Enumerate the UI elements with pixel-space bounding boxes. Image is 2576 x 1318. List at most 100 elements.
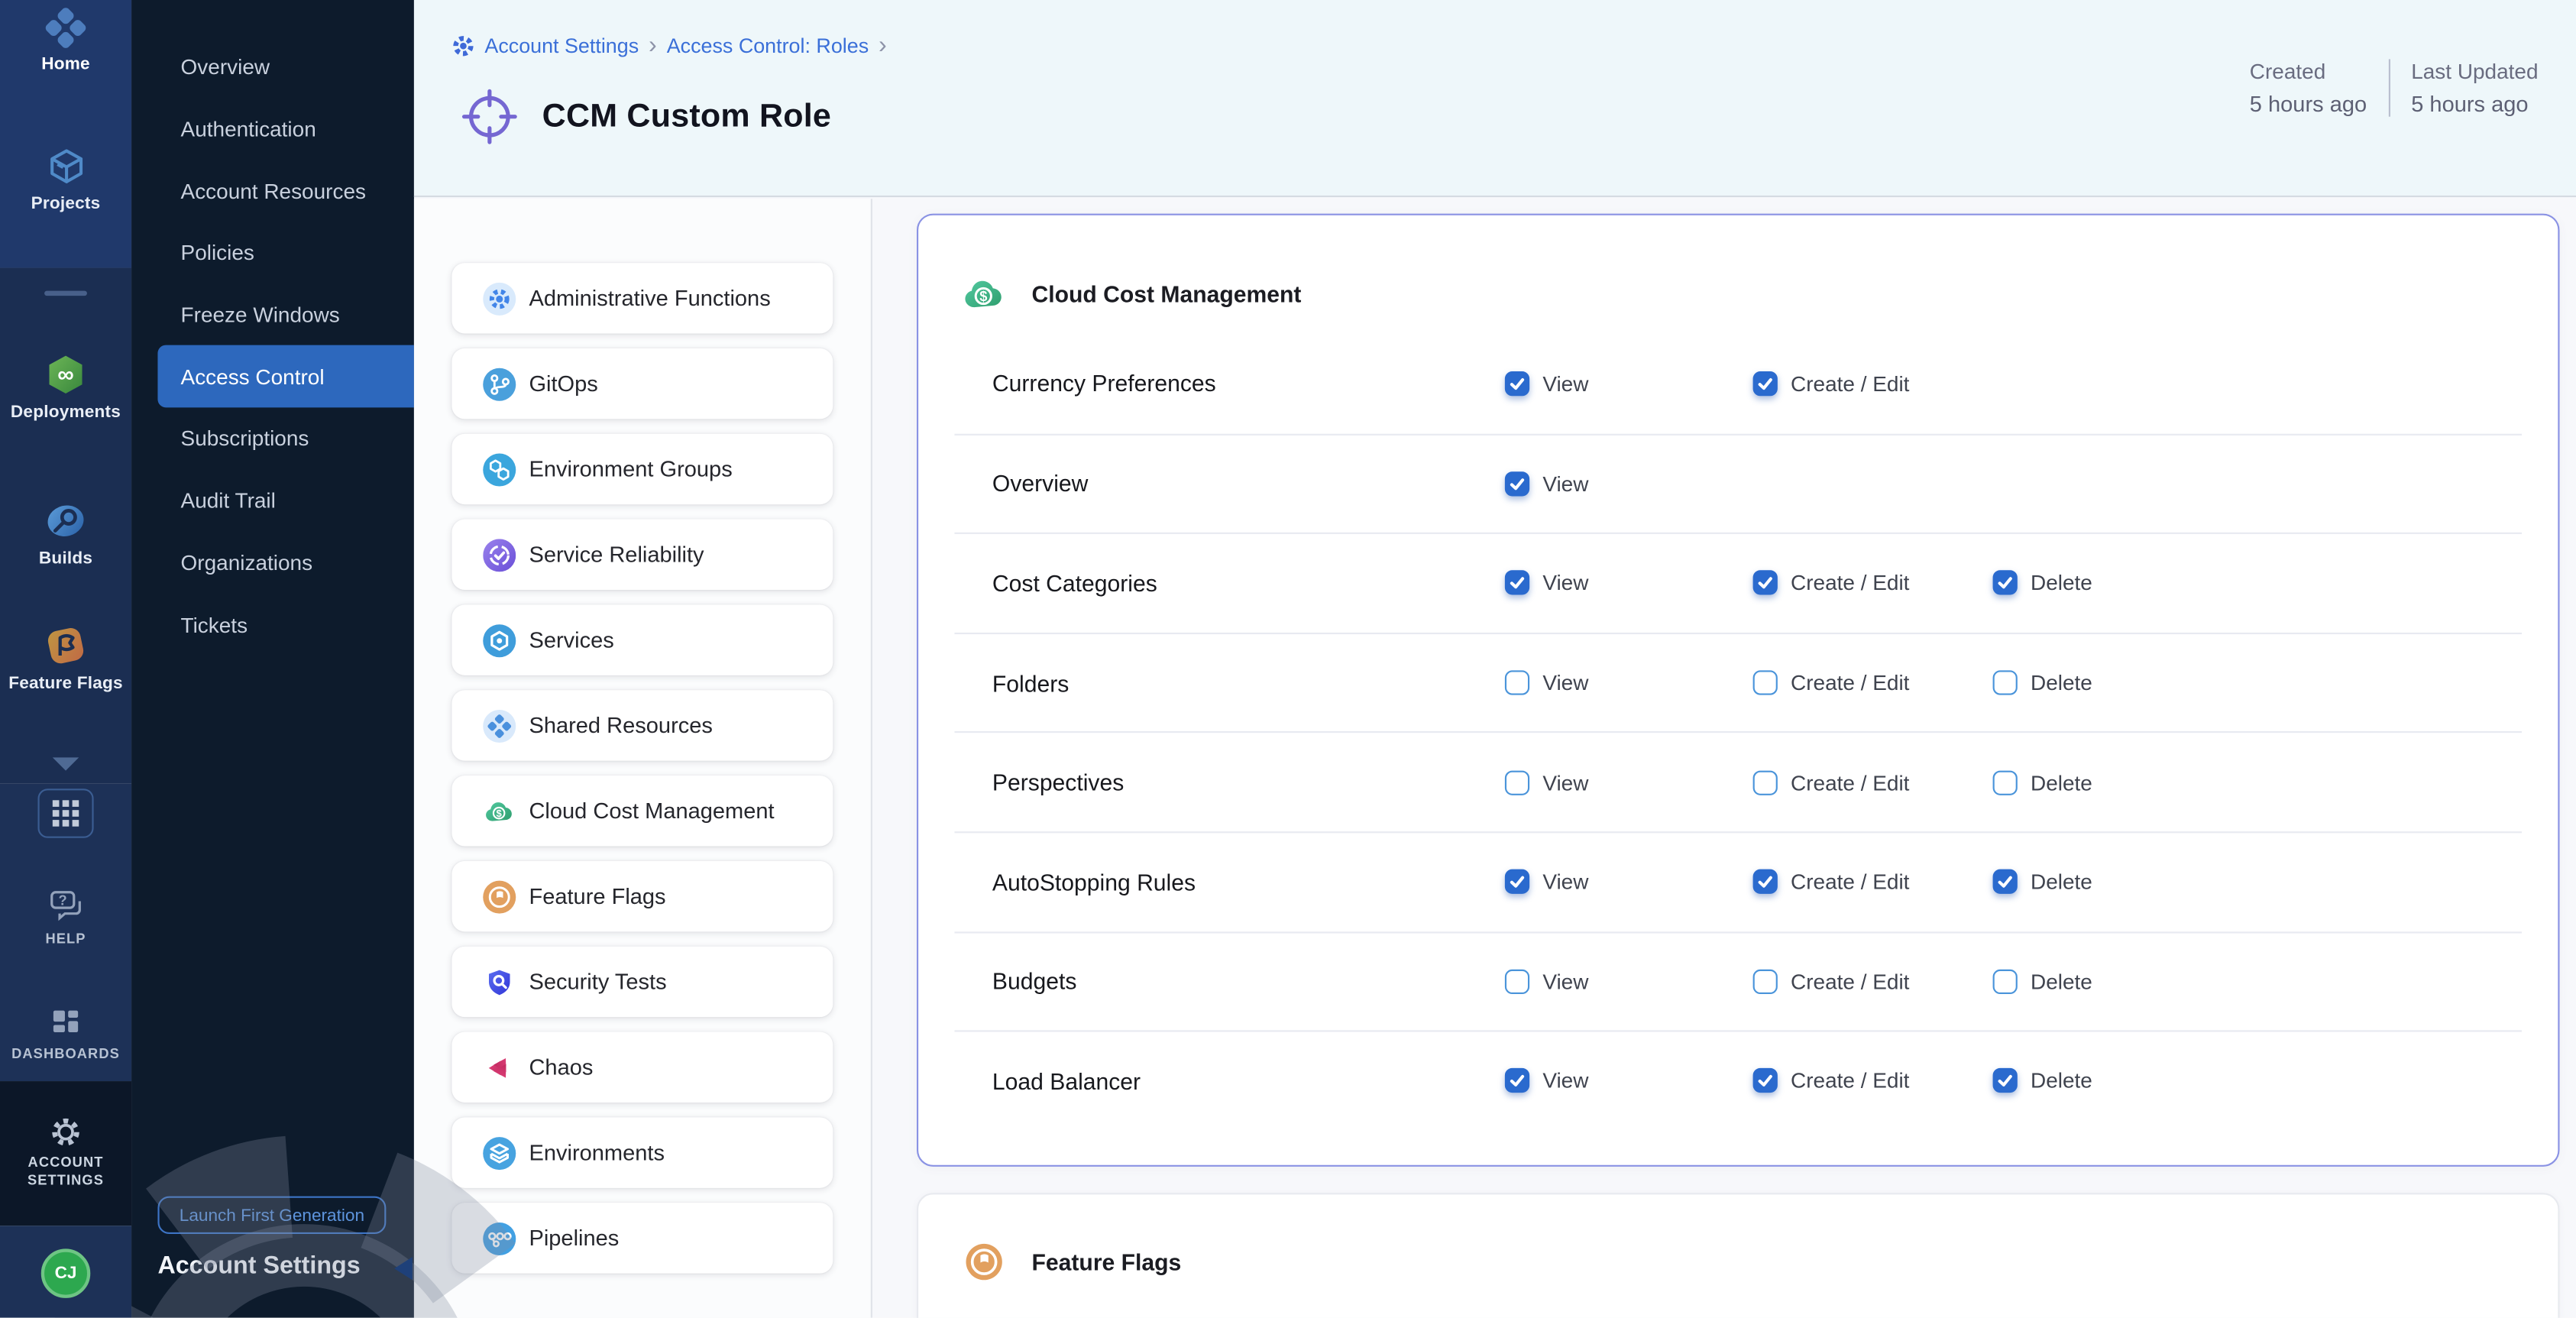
permission-cell-delete: Delete [1993, 671, 2522, 695]
last-updated-label: Last Updated [2411, 59, 2538, 83]
checkbox-label: View [1542, 471, 1588, 496]
delete-checkbox[interactable] [1993, 1069, 2018, 1093]
create-checkbox[interactable] [1753, 371, 1778, 396]
checkbox-label: Create / Edit [1791, 371, 1909, 396]
permission-row: Load BalancerViewCreate / EditDelete [954, 1031, 2522, 1130]
permission-name: Cost Categories [992, 570, 1505, 596]
sidebar-item-home[interactable]: Home [0, 7, 131, 74]
create-checkbox[interactable] [1753, 671, 1778, 695]
user-avatar[interactable]: CJ [41, 1248, 91, 1298]
breadcrumb-link-access-control-roles[interactable]: Access Control: Roles [667, 34, 869, 57]
resource-group-label: Administrative Functions [529, 286, 770, 310]
sidebar-item-policies[interactable]: Policies [131, 222, 414, 283]
breadcrumb: Account Settings › Access Control: Roles… [451, 34, 886, 57]
checkbox-label: Create / Edit [1791, 770, 1909, 795]
created-value: 5 hours ago [2250, 92, 2367, 116]
sidebar-item-access-control[interactable]: Access Control [157, 346, 413, 408]
sidebar-item-dashboards[interactable]: DASHBOARDS [0, 1004, 131, 1063]
permission-cell-view: View [1505, 1069, 1753, 1093]
cloud-dollar-icon: $ [483, 795, 516, 827]
view-checkbox[interactable] [1505, 571, 1529, 595]
resource-group-cloud-cost-management[interactable]: $ Cloud Cost Management [451, 776, 833, 846]
create-checkbox[interactable] [1753, 1069, 1778, 1093]
create-checkbox[interactable] [1753, 869, 1778, 894]
resource-group-pipelines[interactable]: Pipelines [451, 1203, 833, 1273]
svg-text:?: ? [59, 892, 67, 908]
checkbox-label: View [1542, 770, 1588, 795]
permission-cell-delete: Delete [1993, 969, 2522, 993]
permission-cell-create: Create / Edit [1753, 371, 1993, 396]
view-checkbox[interactable] [1505, 371, 1529, 396]
create-checkbox[interactable] [1753, 571, 1778, 595]
hexagon-group-icon [483, 452, 516, 485]
sidebar-item-organizations[interactable]: Organizations [131, 532, 414, 594]
sidebar-item-deployments[interactable]: ∞ Deployments [0, 351, 131, 422]
create-checkbox[interactable] [1753, 969, 1778, 993]
permission-row: Currency PreferencesViewCreate / Edit [954, 334, 2522, 433]
ccm-permissions-panel: $ Cloud Cost Management Currency Prefere… [917, 214, 2560, 1167]
role-crosshair-icon [458, 86, 521, 148]
svg-text:∞: ∞ [57, 362, 73, 387]
permission-row: Cost CategoriesViewCreate / EditDelete [954, 533, 2522, 632]
sidebar-item-account-settings[interactable]: ACCOUNT SETTINGS [0, 1116, 131, 1190]
resource-group-services[interactable]: Services [451, 604, 833, 675]
view-checkbox[interactable] [1505, 471, 1529, 496]
sidebar-item-authentication[interactable]: Authentication [131, 98, 414, 160]
view-checkbox[interactable] [1505, 1069, 1529, 1093]
chevron-down-icon[interactable] [53, 757, 79, 770]
resource-group-administrative-functions[interactable]: Administrative Functions [451, 263, 833, 333]
delete-checkbox[interactable] [1993, 571, 2018, 595]
resource-group-shared-resources[interactable]: Shared Resources [451, 690, 833, 760]
collapse-sidebar-icon[interactable] [394, 1257, 413, 1280]
sidebar-item-label: DASHBOARDS [7, 1045, 125, 1064]
create-checkbox[interactable] [1753, 770, 1778, 795]
sidebar-item-builds[interactable]: Builds [0, 498, 131, 568]
module-selector-button[interactable] [37, 789, 93, 838]
resource-group-chaos[interactable]: Chaos [451, 1032, 833, 1103]
resource-group-label: Feature Flags [529, 884, 665, 908]
resource-group-environment-groups[interactable]: Environment Groups [451, 434, 833, 504]
sidebar-item-projects[interactable]: Projects [0, 144, 131, 213]
sidebar-item-freeze-windows[interactable]: Freeze Windows [131, 284, 414, 346]
builds-ci-icon [0, 498, 131, 544]
sidebar-item-subscriptions[interactable]: Subscriptions [131, 408, 414, 470]
view-checkbox[interactable] [1505, 671, 1529, 695]
resource-group-environments[interactable]: Environments [451, 1117, 833, 1187]
launch-first-generation-button[interactable]: Launch First Generation [157, 1197, 386, 1234]
sidebar-item-overview[interactable]: Overview [131, 36, 414, 98]
permission-cell-create: Create / Edit [1753, 571, 1993, 595]
sidebar-item-account-resources[interactable]: Account Resources [131, 160, 414, 222]
resource-group-service-reliability[interactable]: Service Reliability [451, 520, 833, 590]
sidebar-item-tickets[interactable]: Tickets [131, 594, 414, 656]
sidebar-item-help[interactable]: ? HELP [0, 886, 131, 948]
resource-group-label: GitOps [529, 371, 597, 396]
view-checkbox[interactable] [1505, 770, 1529, 795]
permission-cell-delete: Delete [1993, 1069, 2522, 1093]
breadcrumb-link-account-settings[interactable]: Account Settings [484, 34, 639, 57]
delete-checkbox[interactable] [1993, 869, 2018, 894]
sidebar-item-feature-flags[interactable]: Feature Flags [0, 623, 131, 693]
view-checkbox[interactable] [1505, 869, 1529, 894]
delete-checkbox[interactable] [1993, 969, 2018, 993]
view-checkbox[interactable] [1505, 969, 1529, 993]
breadcrumb-separator: › [649, 36, 657, 56]
resource-group-security-tests[interactable]: Security Tests [451, 947, 833, 1017]
permission-row: BudgetsViewCreate / EditDelete [954, 931, 2522, 1030]
shield-icon [483, 965, 516, 998]
resource-group-feature-flags[interactable]: Feature Flags [451, 861, 833, 931]
permission-name: Perspectives [992, 769, 1505, 795]
checkbox-label: Delete [2031, 969, 2092, 993]
svg-text:$: $ [497, 807, 503, 818]
delete-checkbox[interactable] [1993, 671, 2018, 695]
resource-group-gitops[interactable]: GitOps [451, 348, 833, 419]
sidebar-item-audit-trail[interactable]: Audit Trail [131, 470, 414, 532]
checkbox-label: View [1542, 1069, 1588, 1093]
resource-group-label: Security Tests [529, 970, 666, 994]
checkbox-label: Create / Edit [1791, 969, 1909, 993]
pipeline-nodes-icon [483, 1222, 516, 1255]
dashboards-icon [0, 1004, 131, 1040]
resource-group-column: Administrative Functions GitOps Environm… [414, 199, 872, 1317]
delete-checkbox[interactable] [1993, 770, 2018, 795]
panel-header: Feature Flags [961, 1239, 1181, 1284]
gear-icon [0, 1116, 131, 1148]
